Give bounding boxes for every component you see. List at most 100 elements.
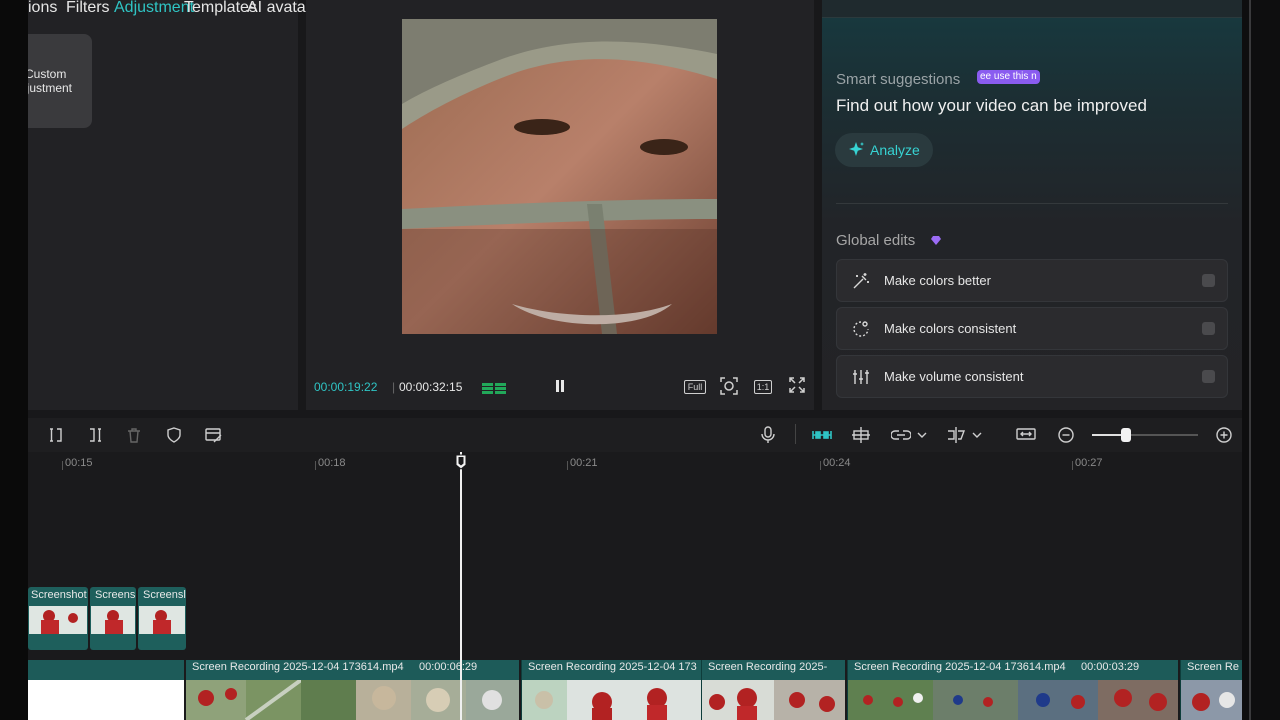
ruler-label: 00:18 (318, 457, 346, 469)
tab-filters[interactable]: Filters (66, 0, 110, 17)
preview-panel: 00:00:19:22 | 00:00:32:15 Full 1:1 (306, 0, 814, 410)
ruler-tick (820, 461, 821, 470)
panel-top-strip (822, 0, 1242, 18)
item-checkbox[interactable] (1202, 370, 1215, 383)
link-magnet-icon[interactable] (812, 426, 832, 444)
premium-gem-icon (931, 236, 941, 245)
audio-meter-icon (482, 381, 508, 395)
chevron-down-icon[interactable] (917, 426, 927, 444)
zoom-out-icon[interactable] (1057, 426, 1075, 444)
preview-axis-icon[interactable] (946, 426, 966, 444)
toolbar-separator (795, 424, 796, 444)
screenshot-clip[interactable]: Screens (90, 587, 136, 650)
playhead-handle[interactable] (455, 454, 467, 470)
ruler-label: 00:15 (65, 457, 93, 469)
global-edits-label: Global edits (836, 232, 916, 249)
clip-thumbnail (29, 606, 87, 634)
sliders-icon (853, 370, 869, 384)
clip-name: Screenshot (31, 589, 87, 601)
left-panel: ions Filters Adjustment Templates AI ava… (28, 0, 311, 410)
tab-ai-avatar[interactable]: AI avatar (247, 0, 311, 17)
clip-filmstrip (702, 680, 845, 720)
make-colors-better-item[interactable]: Make colors better (836, 259, 1228, 302)
smart-panel: Smart suggestions ee use this n Find out… (822, 0, 1242, 410)
ruler-tick (315, 461, 316, 470)
snap-icon[interactable] (851, 426, 871, 444)
edit-clip-icon[interactable] (205, 426, 223, 444)
color-sync-icon (853, 321, 869, 337)
custom-card-line1: Custom (28, 67, 67, 81)
item-label: Make colors better (884, 273, 991, 288)
sparkle-icon (849, 142, 864, 156)
shield-icon[interactable] (165, 426, 183, 444)
item-label: Make volume consistent (884, 369, 1024, 384)
fit-timeline-icon[interactable] (1016, 426, 1036, 444)
current-time: 00:00:19:22 (314, 380, 378, 394)
link-icon[interactable] (891, 426, 911, 444)
clip-thumbnail (91, 606, 135, 634)
video-clip[interactable]: Screen Recording 2025- (701, 660, 845, 720)
delete-icon[interactable] (125, 426, 143, 444)
analyze-button[interactable]: Analyze (835, 133, 933, 167)
item-checkbox[interactable] (1202, 274, 1215, 287)
ruler-label: 00:24 (823, 457, 851, 469)
clip-name: Screen Recording 2025- (708, 661, 828, 673)
divider (836, 203, 1228, 204)
time-separator: | (392, 380, 396, 394)
ruler-label: 00:21 (570, 457, 598, 469)
white-clip[interactable] (28, 680, 184, 720)
clip-filmstrip (848, 680, 1178, 720)
timeline-toolbar (28, 418, 1242, 452)
aspect-ratio-button[interactable]: 1:1 (754, 380, 772, 394)
video-editor: ions Filters Adjustment Templates AI ava… (0, 0, 1280, 720)
video-clip[interactable]: Screen Recording 2025-12-04 173 (521, 660, 701, 720)
promo-badge: ee use this n (977, 70, 1040, 84)
tab-adjustment[interactable]: Adjustment (114, 0, 194, 17)
right-edge-line (1249, 0, 1251, 720)
video-clip[interactable]: Screen Recording 2025-12-04 173614.mp4 0… (847, 660, 1178, 720)
clip-filmstrip (1181, 680, 1242, 720)
pause-button[interactable] (554, 380, 566, 393)
screenshot-clip[interactable]: Screenshot (28, 587, 88, 650)
microphone-icon[interactable] (759, 426, 777, 444)
ruler-label: 00:27 (1075, 457, 1103, 469)
video-clip[interactable]: Screen Recording 2025-12-04 173614.mp4 0… (186, 660, 519, 720)
ruler-tick (1072, 461, 1073, 470)
make-colors-consistent-item[interactable]: Make colors consistent (836, 307, 1228, 350)
split-right-icon[interactable] (86, 426, 104, 444)
right-edge (1242, 0, 1280, 720)
suggestions-headline: Find out how your video can be improved (836, 96, 1147, 115)
clip-thumbnail (139, 606, 185, 634)
custom-card-line2: ljustment (28, 81, 73, 95)
ruler-tick (567, 461, 568, 470)
chevron-down-icon[interactable] (972, 426, 982, 444)
timeline[interactable]: 00:15 00:18 00:21 00:24 00:27 Screenshot… (28, 452, 1242, 720)
tab-templates[interactable]: Templates (184, 0, 257, 17)
preview-frame (402, 19, 717, 334)
custom-adjustment-card[interactable]: Custom ljustment (28, 34, 92, 128)
zoom-in-icon[interactable] (1215, 426, 1233, 444)
full-quality-button[interactable]: Full (684, 380, 706, 394)
focus-icon[interactable] (720, 377, 738, 395)
tab-captions[interactable]: ions (28, 0, 57, 17)
playhead[interactable] (460, 452, 462, 720)
clip-name: Screensl (143, 589, 186, 601)
smart-suggestions-label: Smart suggestions (836, 71, 961, 88)
video-clip[interactable]: Screen Re (1180, 660, 1242, 720)
left-edge (0, 0, 28, 720)
make-volume-consistent-item[interactable]: Make volume consistent (836, 355, 1228, 398)
clip-name: Screens (95, 589, 136, 601)
clip-duration: 00:00:03:29 (1081, 661, 1140, 673)
item-label: Make colors consistent (884, 321, 1017, 336)
split-left-icon[interactable] (47, 426, 65, 444)
clip-header (28, 660, 184, 680)
zoom-slider-handle[interactable] (1121, 428, 1131, 442)
item-checkbox[interactable] (1202, 322, 1215, 335)
analyze-label: Analyze (870, 142, 920, 158)
clip-filmstrip (522, 680, 701, 720)
clip-filmstrip (186, 680, 519, 720)
screenshot-clip[interactable]: Screensl (138, 587, 186, 650)
clip-name: Screen Recording 2025-12-04 173 (528, 661, 697, 673)
fullscreen-icon[interactable] (789, 377, 805, 395)
total-time: 00:00:32:15 (399, 380, 463, 394)
